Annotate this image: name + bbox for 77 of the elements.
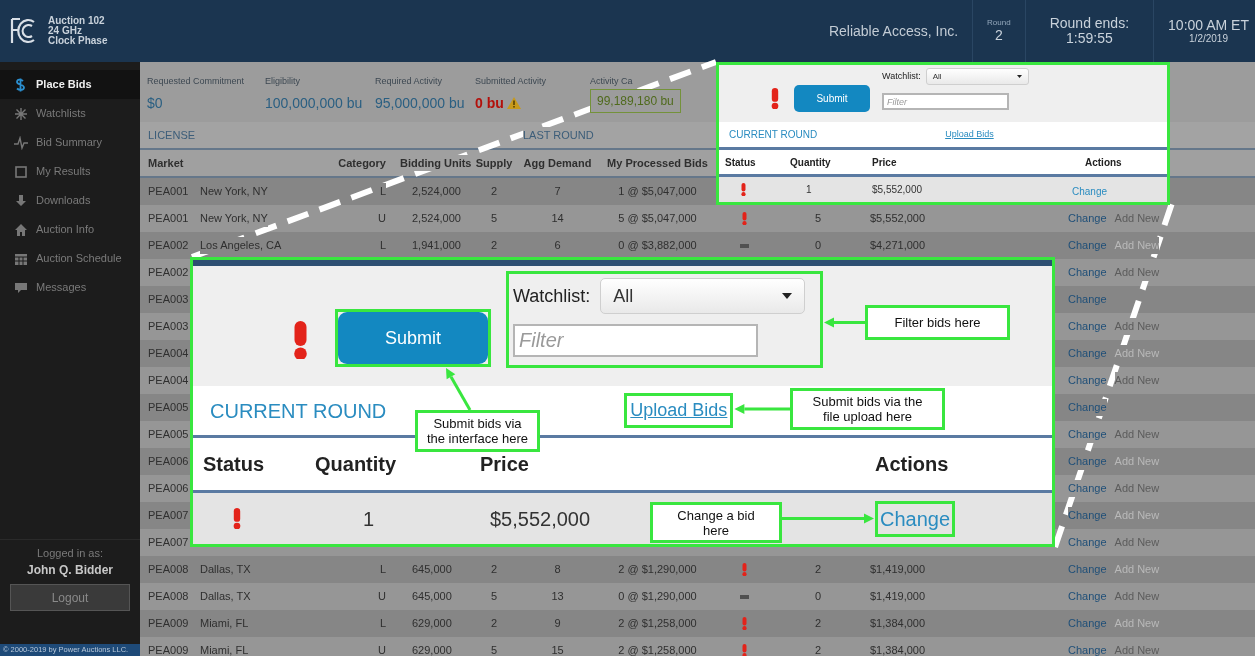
change-link[interactable]: Change (880, 507, 951, 530)
round-ends-label: Round ends: (1049, 15, 1130, 31)
column-header: Actions (875, 452, 949, 477)
change-link[interactable]: Change (1068, 507, 1107, 524)
add-new-link[interactable]: Add New (1114, 318, 1160, 335)
upload-bids-link[interactable]: Upload Bids (630, 400, 728, 420)
pulse-icon (14, 135, 28, 150)
square-icon (14, 164, 28, 179)
annotation-text: Submit bids via the file upload here (811, 394, 924, 424)
column-header: Quantity (315, 452, 397, 477)
column-header: Actions (1085, 155, 1122, 170)
house-icon (14, 222, 28, 237)
annotation-text: Submit bids via the interface here (425, 416, 530, 446)
watchlist-label: Watchlist: (513, 284, 591, 308)
sidebar-item[interactable]: Auction Info (0, 215, 140, 244)
summary-label: Activity Ca (590, 75, 633, 88)
auction-title: Clock Phase (48, 36, 108, 46)
summary-label: Requested Commitment (147, 75, 245, 88)
column-header: Price (872, 155, 897, 170)
filter-field[interactable]: Filter (513, 324, 758, 357)
quantity-value: 1 (363, 506, 375, 532)
sidebar-item[interactable]: My Results (0, 157, 140, 186)
sidebar-item[interactable]: Auction Schedule (0, 244, 140, 273)
round-label: Round (987, 18, 1011, 28)
sidebar-item[interactable]: Place Bids (0, 70, 140, 99)
logged-in-label: Logged in as: (36, 545, 104, 561)
change-link[interactable]: Change (1068, 480, 1107, 497)
user-name: John Q. Bidder (27, 562, 113, 579)
change-link[interactable]: Change (1072, 185, 1108, 197)
filter-field[interactable]: Filter (882, 93, 1009, 110)
add-new-link[interactable]: Add New (1114, 264, 1160, 281)
down-arrow-icon (14, 193, 28, 208)
summary-label: Submitted Activity (475, 75, 547, 88)
column-header: Status (203, 452, 265, 477)
sidebar-item[interactable]: Bid Summary (0, 128, 140, 157)
dollar-icon (14, 77, 28, 92)
column-header: Bidding Units (400, 154, 472, 172)
asterisk-icon (14, 106, 28, 121)
summary-label: Required Activity (375, 75, 443, 88)
market-name: Los Angeles, CA (200, 237, 282, 254)
clock-time: 10:00 AM ET (1168, 17, 1249, 34)
auction-title: Auction 102 (48, 16, 106, 26)
caret-icon (1016, 75, 1022, 78)
change-link[interactable]: Change (1068, 399, 1107, 416)
price-value: $5,552,000 (490, 506, 591, 532)
summary-value-box: 99,189,180 bu (590, 88, 681, 113)
calendar-icon (14, 251, 28, 266)
submit-button[interactable]: Submit (794, 85, 870, 112)
column-header: Quantity (790, 155, 831, 170)
speech-bubble-icon (14, 280, 28, 295)
sidebar-item[interactable]: Messages (0, 273, 140, 302)
logout-button[interactable]: Logout (10, 584, 130, 611)
section-title: CURRENT ROUND (729, 128, 818, 142)
change-link[interactable]: Change (1068, 426, 1107, 443)
annotation-text: Filter bids here (894, 315, 981, 330)
upload-bids-link[interactable]: Upload Bids (945, 127, 994, 142)
clock-date: 1/2/2019 (1189, 33, 1228, 45)
auction-title: 24 GHz (48, 26, 83, 36)
bidder-name: Reliable Access, Inc. (828, 21, 960, 41)
round-ends-time: 1:59:55 (1066, 31, 1113, 47)
sidebar-item[interactable]: Watchlists (0, 99, 140, 128)
column-header: Status (725, 155, 756, 170)
column-header: Price (480, 452, 529, 477)
summary-label: Eligibility (265, 75, 300, 88)
price-value: $5,552,000 (872, 183, 923, 197)
summary-value: 0 bu (475, 93, 504, 113)
round-number: 2 (994, 27, 1003, 44)
warning-icon (506, 97, 521, 109)
sidebar-item[interactable]: Downloads (0, 186, 140, 215)
quantity-value: 1 (806, 183, 812, 197)
watchlist-select[interactable]: All (925, 68, 1029, 85)
watchlist-label: Watchlist: (882, 69, 921, 83)
submit-button[interactable]: Submit (338, 312, 488, 364)
annotation-text: Change a bid here (676, 507, 756, 538)
watchlist-select[interactable]: All (600, 278, 806, 314)
caret-icon (782, 293, 793, 299)
section-title: CURRENT ROUND (210, 398, 387, 424)
